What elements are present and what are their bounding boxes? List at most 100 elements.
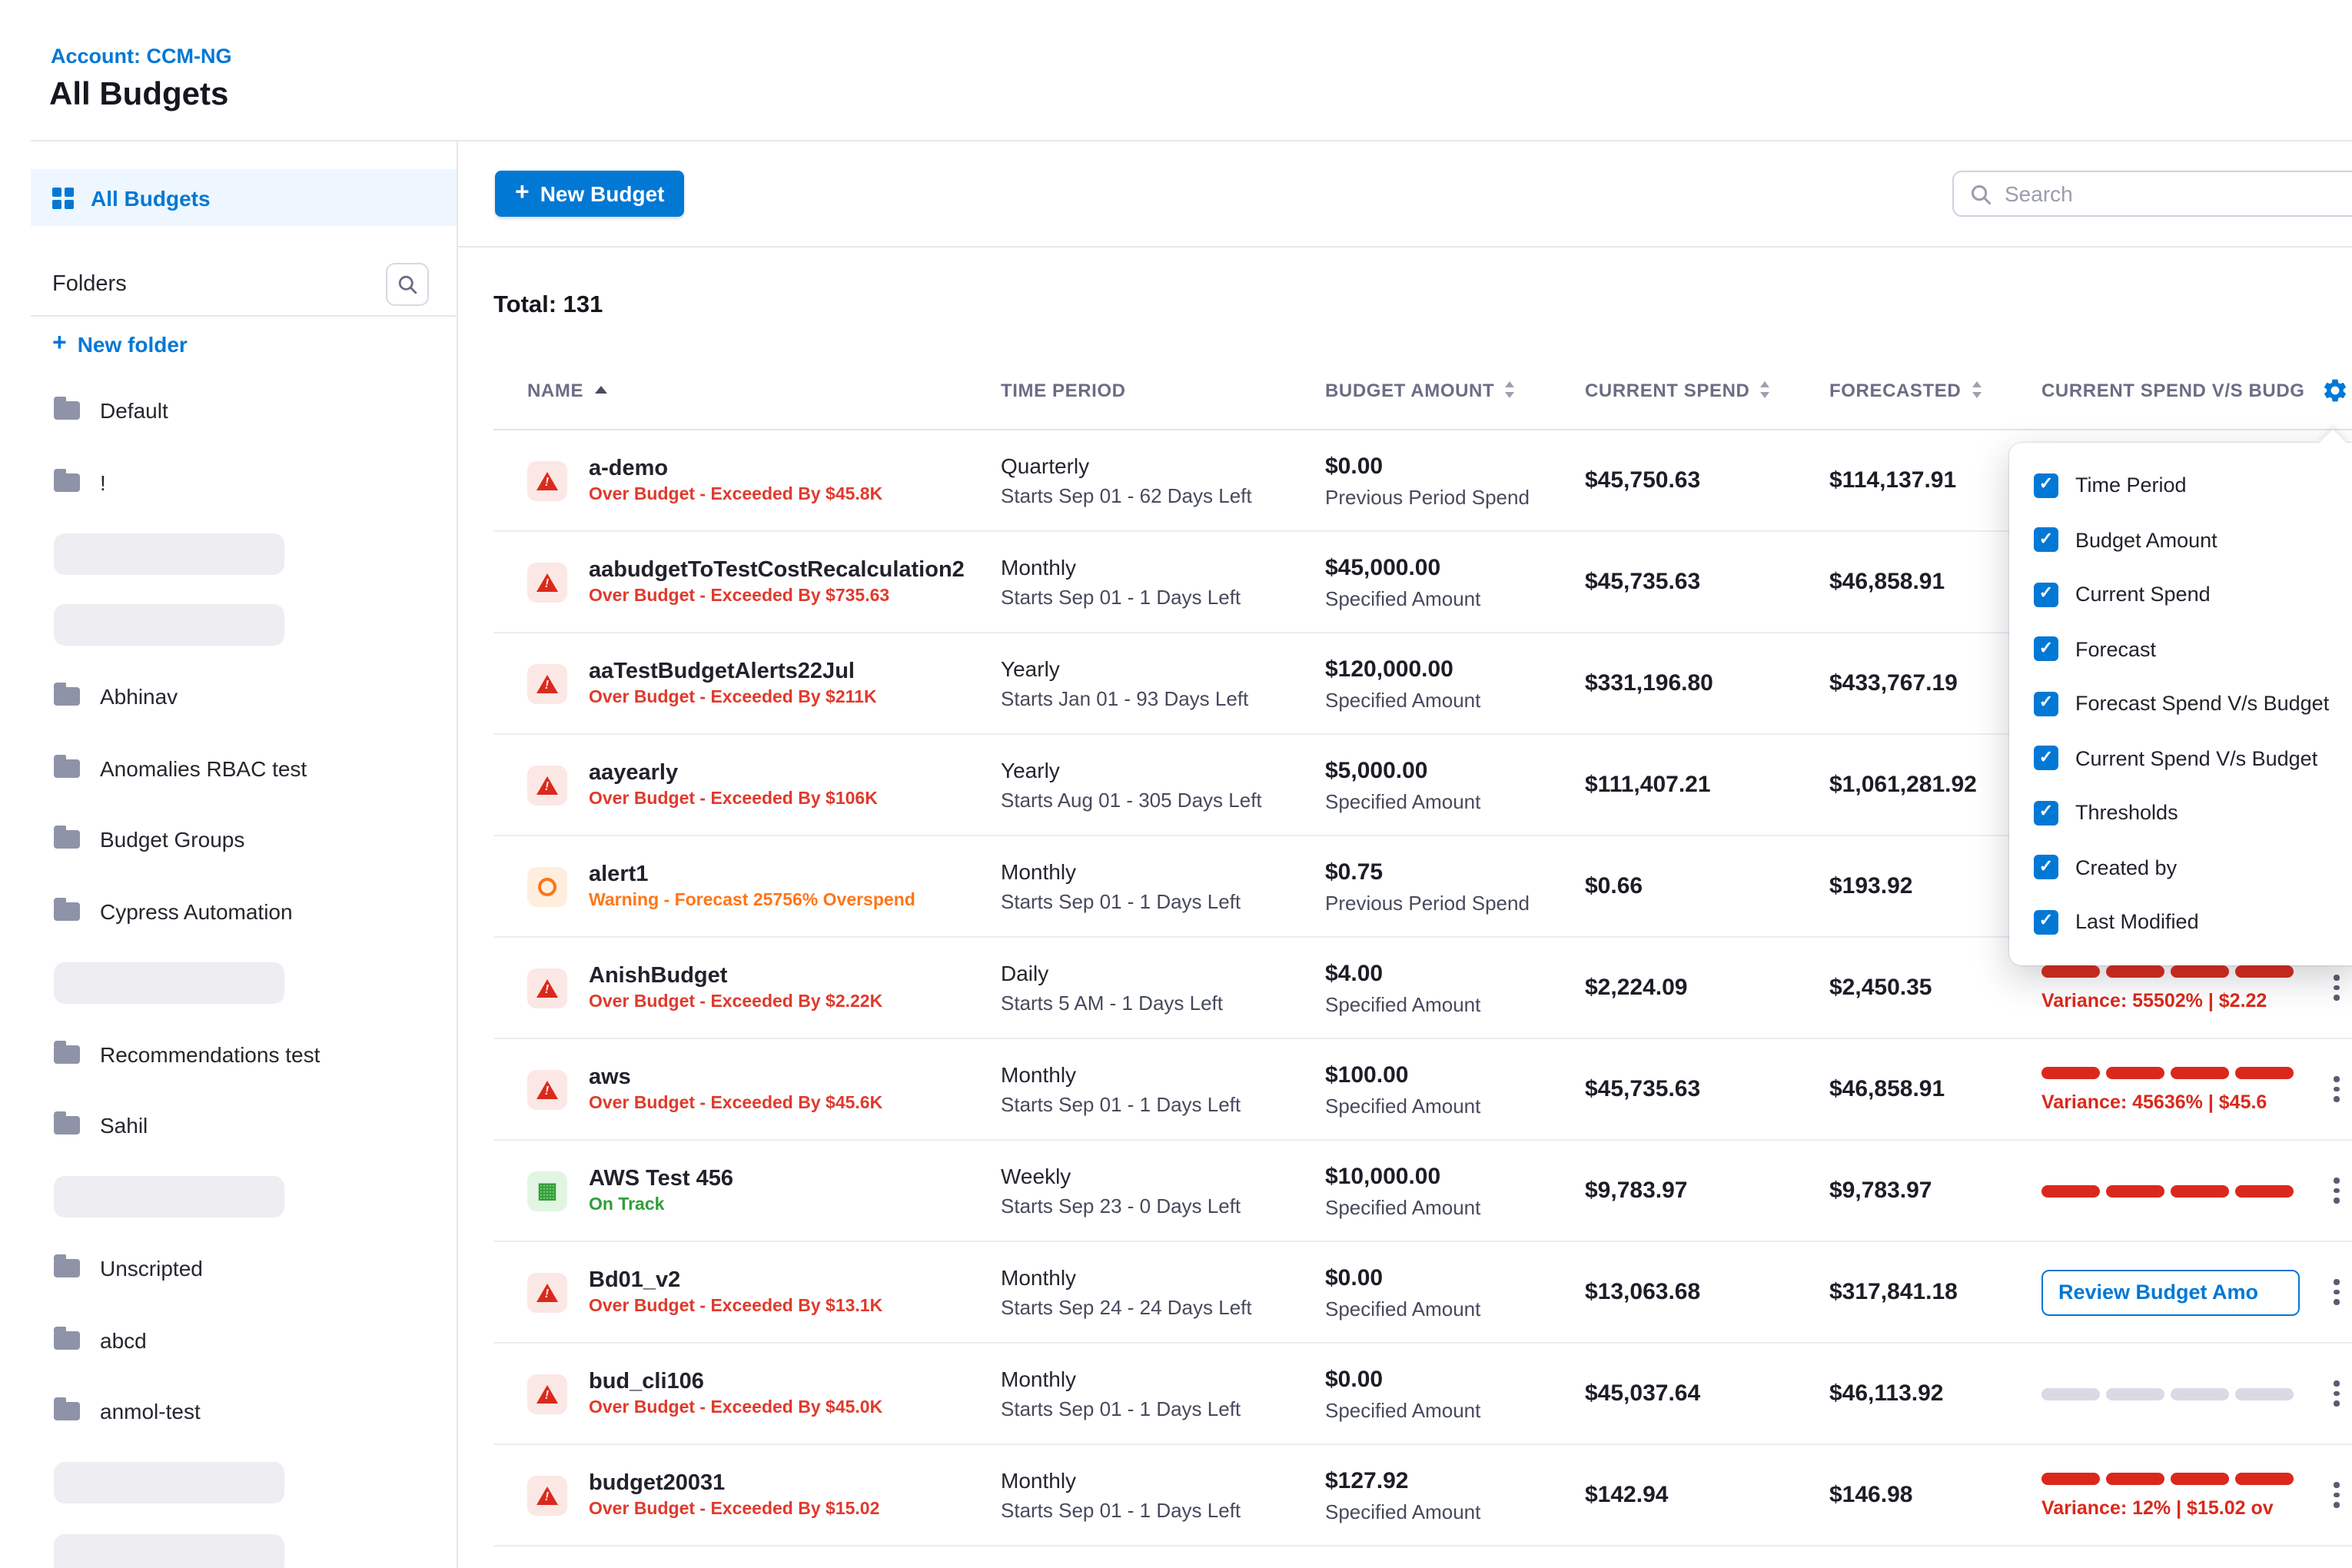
warning-triangle-icon (537, 1384, 558, 1403)
time-period: Monthly (1001, 859, 1325, 884)
folder-item[interactable]: Cypress Automation (31, 875, 457, 947)
spend-vs-budget-cell: Variance: 12% | $15.02 ov (2041, 1472, 2306, 1518)
row-menu-kebab-icon[interactable] (2315, 1271, 2352, 1314)
table-row[interactable]: awsOver Budget - Exceeded By $45.6KMonth… (493, 1039, 2352, 1141)
checked-checkbox[interactable]: ✓ (2034, 473, 2058, 498)
warning-triangle-icon (537, 978, 558, 997)
column-menu-item[interactable]: ✓Last Modified (2034, 895, 2352, 949)
new-budget-button[interactable]: + New Budget (495, 171, 684, 217)
column-header-current-spend-v-s-budget[interactable]: CURRENT SPEND V/S BUDGET (2041, 379, 2306, 400)
gear-icon (2321, 376, 2349, 404)
row-menu-kebab-icon[interactable] (2315, 1473, 2352, 1517)
column-menu-item[interactable]: ✓Budget Amount (2034, 513, 2352, 567)
folder-item[interactable]: abcd (31, 1304, 457, 1376)
warning-triangle-icon (537, 573, 558, 591)
column-menu-item[interactable]: ✓Forecast (2034, 622, 2352, 676)
review-budget-button[interactable]: Review Budget Amo (2041, 1269, 2300, 1315)
folder-item-label: Recommendations test (100, 1042, 320, 1067)
folder-item[interactable]: ! (31, 447, 457, 518)
table-row[interactable]: Bd01_v2Over Budget - Exceeded By $13.1KM… (493, 1242, 2352, 1344)
checked-checkbox[interactable]: ✓ (2034, 583, 2058, 607)
column-header-name[interactable]: NAME (493, 379, 1001, 400)
column-settings-button[interactable] (2312, 367, 2352, 413)
spend-vs-budget-bar (2041, 1472, 2294, 1484)
search-input[interactable] (2005, 181, 2352, 206)
check-icon: ✓ (2039, 696, 2053, 713)
checked-checkbox[interactable]: ✓ (2034, 528, 2058, 553)
time-period-cell: MonthlyStarts Sep 01 - 1 Days Left (1001, 1062, 1325, 1116)
row-menu-kebab-icon[interactable] (2315, 1169, 2352, 1212)
time-period-detail: Starts Sep 01 - 1 Days Left (1001, 1499, 1325, 1522)
status-badge (527, 1272, 567, 1312)
column-menu-item[interactable]: ✓Created by (2034, 840, 2352, 895)
folder-item[interactable]: Default (31, 375, 457, 447)
column-menu-item[interactable]: ✓Current Spend (2034, 567, 2352, 622)
row-menu-kebab-icon[interactable] (2315, 1372, 2352, 1415)
warning-circle-icon (538, 877, 556, 895)
time-period: Weekly (1001, 1164, 1325, 1188)
checked-checkbox[interactable]: ✓ (2034, 692, 2058, 716)
budget-amount-detail: Specified Amount (1325, 688, 1585, 711)
status-badge (527, 663, 567, 703)
checked-checkbox[interactable]: ✓ (2034, 855, 2058, 880)
table-row[interactable]: ▦AWS Test 456On TrackWeeklyStarts Sep 23… (493, 1141, 2352, 1242)
column-header-time-period[interactable]: TIME PERIOD (1001, 379, 1325, 400)
column-menu-item[interactable]: ✓Forecast Spend V/s Budget (2034, 676, 2352, 731)
spend-vs-budget-cell (2041, 1184, 2306, 1197)
warning-triangle-icon (537, 674, 558, 693)
account-breadcrumb[interactable]: Account: CCM-NG (51, 45, 232, 68)
new-budget-label: New Budget (540, 181, 665, 206)
column-header-current-spend[interactable]: CURRENT SPEND (1585, 379, 1829, 400)
checked-checkbox[interactable]: ✓ (2034, 801, 2058, 826)
budget-name: bud_cli106 (589, 1370, 882, 1394)
status-badge (527, 460, 567, 500)
folder-item[interactable]: Unscripted (31, 1233, 457, 1304)
budget-name-cell: aabudgetToTestCostRecalculation2Over Bud… (493, 558, 1001, 606)
new-folder-button[interactable]: + New folder (52, 332, 188, 357)
folder-item[interactable]: Recommendations test (31, 1018, 457, 1090)
column-menu-item[interactable]: ✓Time Period (2034, 458, 2352, 513)
plus-icon: + (52, 332, 67, 357)
budget-amount-cell: $100.00Specified Amount (1325, 1061, 1585, 1117)
row-menu-cell (2306, 1068, 2352, 1111)
column-header-budget-amount[interactable]: BUDGET AMOUNT (1325, 379, 1585, 400)
folder-icon (54, 1117, 80, 1135)
row-menu-kebab-icon[interactable] (2315, 966, 2352, 1009)
placeholder-bar (54, 605, 284, 646)
table-row[interactable]: bud_cli106Over Budget - Exceeded By $45.… (493, 1344, 2352, 1445)
placeholder-bar (54, 1534, 284, 1568)
sidebar-item-all-budgets[interactable]: All Budgets (31, 169, 457, 226)
folder-item[interactable]: Budget Groups (31, 804, 457, 875)
forecasted: $2,450.35 (1829, 975, 2041, 1001)
column-menu-item[interactable]: ✓Current Spend V/s Budget (2034, 731, 2352, 786)
folder-icon (54, 1260, 80, 1278)
folder-item[interactable]: anmol-test (31, 1376, 457, 1447)
folder-item[interactable]: Sahil (31, 1090, 457, 1161)
folder-item-label: Cypress Automation (100, 899, 293, 924)
current-spend: $111,407.21 (1585, 772, 1829, 798)
checked-checkbox[interactable]: ✓ (2034, 910, 2058, 935)
folder-item[interactable]: Anomalies RBAC test (31, 733, 457, 804)
folder-list: Default! AbhinavAnomalies RBAC testBudget… (31, 375, 457, 1568)
checked-checkbox[interactable]: ✓ (2034, 637, 2058, 662)
time-period-detail: Starts Sep 01 - 1 Days Left (1001, 1093, 1325, 1116)
budget-amount: $0.00 (1325, 1366, 1585, 1392)
folder-search-button[interactable] (386, 262, 429, 305)
folder-item[interactable]: Abhinav (31, 661, 457, 733)
column-header-forecasted[interactable]: FORECASTED (1829, 379, 2041, 400)
current-spend: $331,196.80 (1585, 670, 1829, 696)
time-period-detail: Starts Sep 01 - 62 Days Left (1001, 484, 1325, 507)
current-spend: $0.66 (1585, 873, 1829, 899)
budget-name-cell: budget20031Over Budget - Exceeded By $15… (493, 1471, 1001, 1519)
budget-amount-detail: Specified Amount (1325, 1094, 1585, 1117)
table-row[interactable]: budget20031Over Budget - Exceeded By $15… (493, 1445, 2352, 1546)
row-menu-kebab-icon[interactable] (2315, 1068, 2352, 1111)
column-menu-item[interactable]: ✓Thresholds (2034, 786, 2352, 840)
checked-checkbox[interactable]: ✓ (2034, 746, 2058, 771)
column-header-label: NAME (527, 379, 583, 400)
all-budgets-page: Account: CCM-NG All Budgets All Budgets … (0, 0, 2352, 1568)
budget-amount: $0.75 (1325, 859, 1585, 885)
time-period-detail: Starts Jan 01 - 93 Days Left (1001, 687, 1325, 710)
budget-name: aabudgetToTestCostRecalculation2 (589, 558, 965, 583)
forecasted: $9,783.97 (1829, 1178, 2041, 1204)
